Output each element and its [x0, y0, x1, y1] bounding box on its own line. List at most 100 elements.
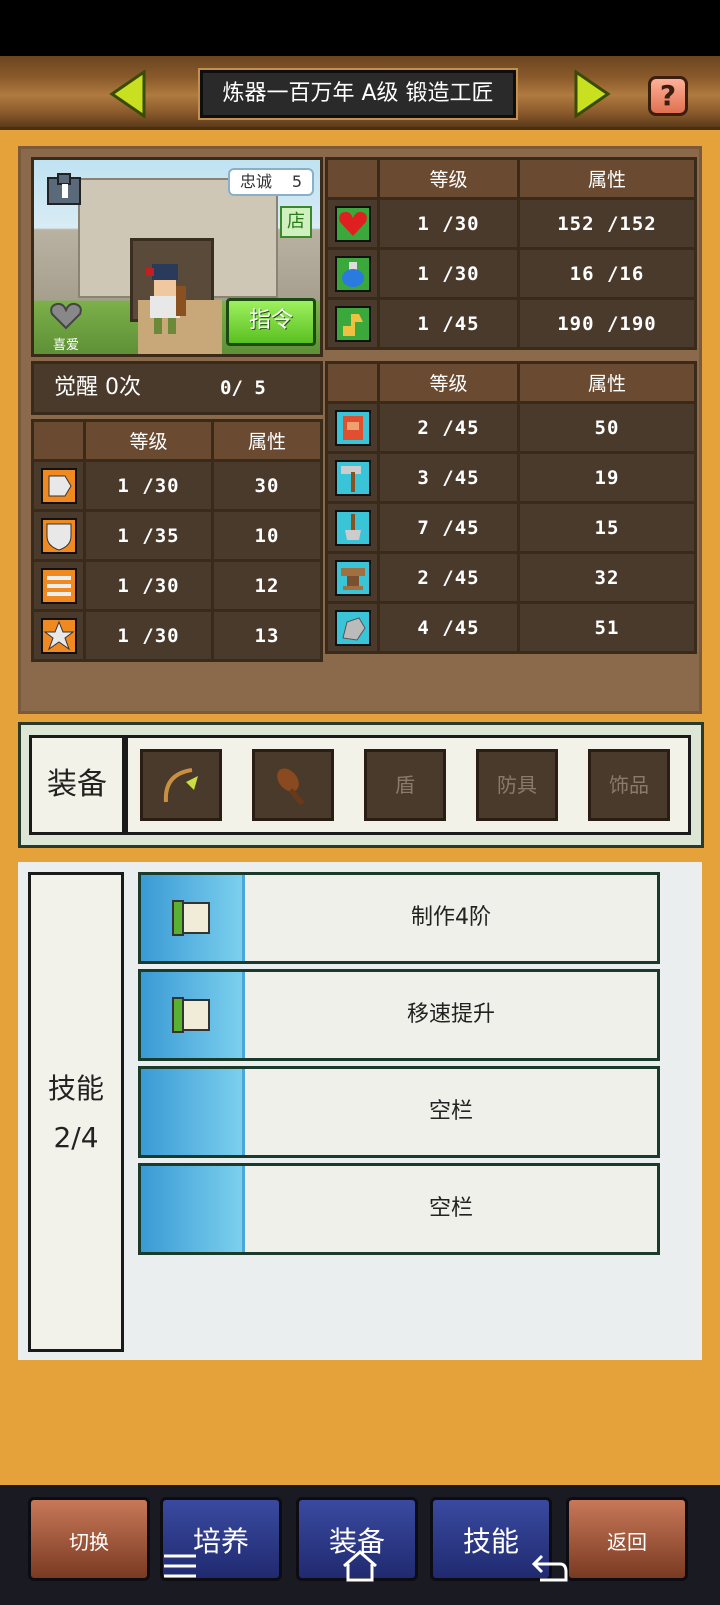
craft-book-value: 50: [517, 401, 697, 454]
craft-level-header: 等级: [377, 361, 520, 404]
skill-slot-2[interactable]: 移速提升: [138, 969, 660, 1061]
craft-attr-header: 属性: [517, 361, 697, 404]
shop-icon[interactable]: 店: [280, 206, 312, 238]
prev-arrow-icon[interactable]: [108, 70, 148, 118]
craft-corner: [325, 361, 380, 404]
craft-hammer-cell: [325, 451, 380, 504]
craft-anvil-cell: [325, 551, 380, 604]
ore-icon: [334, 609, 371, 646]
equipment-slots: 盾 防具 饰品: [125, 735, 691, 835]
equip-slot-shield[interactable]: 盾: [364, 749, 446, 821]
skill-name-1: 制作4阶: [411, 905, 491, 930]
hp-cell: [325, 197, 380, 250]
vitals-level-header: 等级: [377, 157, 520, 200]
agility-cell: [31, 559, 86, 612]
combat-stats-table: 等级 属性 1 /30 30 1 /35 10 1 /30 12 1 /30 1…: [31, 419, 323, 662]
combat-corner: [31, 419, 86, 462]
craft-hammer-value: 19: [517, 451, 697, 504]
craft-anvil-level: 2 /45: [377, 551, 520, 604]
craft-shovel-level: 7 /45: [377, 501, 520, 554]
equip-slot-armor[interactable]: 防具: [476, 749, 558, 821]
attack-level: 1 /30: [83, 459, 214, 512]
stamina-level: 1 /45: [377, 297, 520, 350]
character-sprite: [146, 264, 186, 334]
craft-ore-level: 4 /45: [377, 601, 520, 654]
luck-level: 1 /30: [83, 609, 214, 662]
mp-level: 1 /30: [377, 247, 520, 300]
craft-hammer-level: 3 /45: [377, 451, 520, 504]
bow-weapon-icon: [163, 768, 198, 803]
luck-value: 13: [211, 609, 323, 662]
club-icon: [277, 768, 305, 806]
skill-name-3: 空栏: [428, 1099, 473, 1124]
equip-slot-offhand[interactable]: [252, 749, 334, 821]
hp-level: 1 /30: [377, 197, 520, 250]
potion-icon: [334, 255, 371, 292]
sword-icon: [40, 467, 77, 504]
vitals-attr-header: 属性: [517, 157, 697, 200]
skill-slot-1[interactable]: 制作4阶: [138, 872, 660, 964]
skill-slot-4[interactable]: 空栏: [138, 1163, 660, 1255]
stamina-icon: [334, 305, 371, 342]
equipment-label: 装备: [29, 735, 125, 835]
craft-book-level: 2 /45: [377, 401, 520, 454]
next-arrow-icon[interactable]: [572, 70, 612, 118]
system-nav: [0, 1540, 720, 1605]
stats-panel: 忠诚 5 店 喜爱 指令 等级 属性 1 /30 152 /152 1 /30 …: [18, 146, 702, 714]
agility-level: 1 /30: [83, 559, 214, 612]
skill-side-1: [141, 875, 245, 961]
header: 炼器一百万年 A级 锻造工匠 ?: [0, 56, 720, 130]
main-area: 忠诚 5 店 喜爱 指令 等级 属性 1 /30 152 /152 1 /30 …: [0, 130, 720, 1485]
skills-label: 技能 2/4: [28, 872, 124, 1352]
loyalty-value: 5: [291, 172, 302, 191]
menu-icon[interactable]: [160, 1546, 200, 1586]
skills-panel: 技能 2/4 制作4阶 移速提升 空栏 空栏: [18, 862, 702, 1360]
combat-attr-header: 属性: [211, 419, 323, 462]
scroll-icon: [172, 997, 210, 1033]
defense-cell: [31, 509, 86, 562]
bow-icon: [40, 567, 77, 604]
skill-slot-3[interactable]: 空栏: [138, 1066, 660, 1158]
attack-cell: [31, 459, 86, 512]
loyalty-badge: 忠诚 5: [228, 168, 314, 196]
skill-name-4: 空栏: [428, 1196, 473, 1221]
back-icon[interactable]: [530, 1546, 570, 1586]
crafting-stats-table: 等级 属性 2 /45 50 3 /45 19 7 /45 15 2 /45 3…: [325, 361, 697, 654]
skills-title: 技能: [47, 1072, 104, 1105]
help-button[interactable]: ?: [648, 76, 688, 116]
awaken-label: 觉醒 0次: [54, 375, 141, 400]
rank-icon: [47, 173, 81, 205]
order-button[interactable]: 指令: [226, 298, 316, 346]
home-icon[interactable]: [340, 1546, 380, 1586]
luck-cell: [31, 609, 86, 662]
equip-slot-weapon[interactable]: [140, 749, 222, 821]
skill-side-2: [141, 972, 245, 1058]
favorite-indicator: 喜爱: [46, 302, 86, 354]
character-portrait: 忠诚 5 店 喜爱 指令: [31, 157, 323, 357]
shield-icon: [40, 517, 77, 554]
combat-level-header: 等级: [83, 419, 214, 462]
attack-value: 30: [211, 459, 323, 512]
hammer-icon: [334, 459, 371, 496]
equip-slot-accessory[interactable]: 饰品: [588, 749, 670, 821]
vitals-corner: [325, 157, 380, 200]
skills-count: 2/4: [53, 1121, 99, 1154]
status-bar: [0, 0, 720, 56]
agility-value: 12: [211, 559, 323, 612]
loyalty-label: 忠诚: [240, 172, 273, 191]
book-icon: [334, 409, 371, 446]
craft-ore-value: 51: [517, 601, 697, 654]
skill-side-3: [141, 1069, 245, 1155]
craft-ore-cell: [325, 601, 380, 654]
heart-outline-icon: [50, 302, 82, 330]
scroll-icon: [172, 900, 210, 936]
hp-value: 152 /152: [517, 197, 697, 250]
craft-book-cell: [325, 401, 380, 454]
awaken-row: 觉醒 0次 0/ 5: [31, 361, 323, 415]
anvil-icon: [334, 559, 371, 596]
vitals-table: 等级 属性 1 /30 152 /152 1 /30 16 /16 1 /45 …: [325, 157, 697, 350]
craft-shovel-value: 15: [517, 501, 697, 554]
heart-icon: [334, 205, 371, 242]
stamina-value: 190 /190: [517, 297, 697, 350]
favorite-label: 喜爱: [52, 338, 79, 353]
